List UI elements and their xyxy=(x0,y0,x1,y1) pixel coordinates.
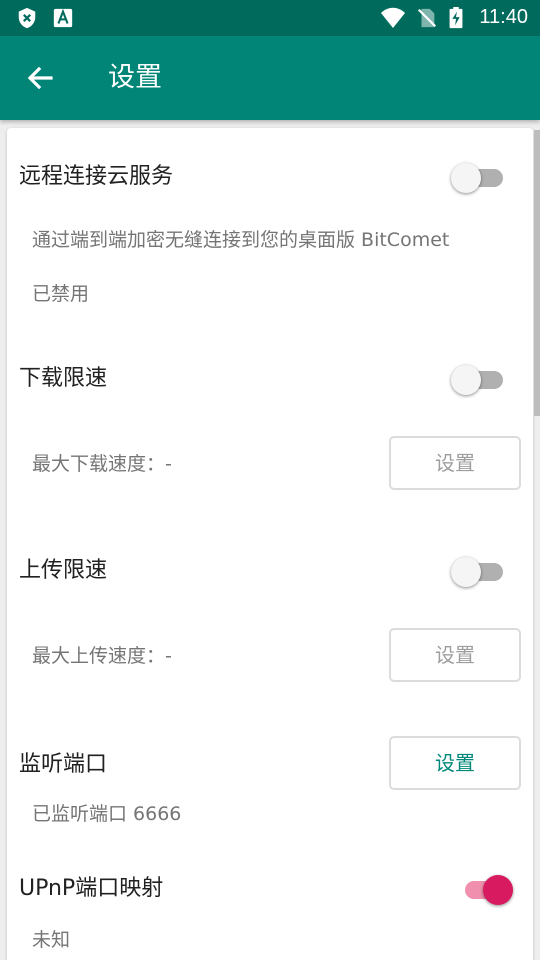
switch-thumb xyxy=(451,163,481,193)
wifi-icon xyxy=(381,7,405,28)
download-limit-label: 下载限速 xyxy=(19,366,108,391)
shield-icon xyxy=(18,7,36,29)
upload-limit-switch[interactable] xyxy=(451,554,505,588)
upnp-status: 未知 xyxy=(32,929,71,951)
listen-port-set-button[interactable]: 设置 xyxy=(389,736,521,790)
scrollbar[interactable] xyxy=(534,130,540,416)
switch-thumb xyxy=(451,557,481,587)
arrow-left-icon[interactable] xyxy=(20,58,60,98)
upnp-switch[interactable] xyxy=(461,872,515,906)
battery-charging-icon xyxy=(449,7,463,29)
listen-port-status: 已监听端口 6666 xyxy=(32,803,182,825)
switch-thumb xyxy=(451,365,481,395)
remote-service-description: 通过端到端加密无缝连接到您的桌面版 BitComet xyxy=(32,229,450,251)
status-bar: 11:40 xyxy=(0,0,540,36)
no-sim-icon xyxy=(417,8,437,28)
switch-thumb xyxy=(483,875,513,905)
remote-service-label: 远程连接云服务 xyxy=(19,164,174,189)
font-a-icon xyxy=(53,8,73,28)
download-limit-set-button[interactable]: 设置 xyxy=(389,436,521,490)
download-limit-switch[interactable] xyxy=(451,362,505,396)
remote-service-status: 已禁用 xyxy=(32,283,90,305)
upnp-label: UPnP端口映射 xyxy=(19,876,164,901)
upload-limit-set-button[interactable]: 设置 xyxy=(389,628,521,682)
page-title: 设置 xyxy=(108,62,162,93)
upload-limit-label: 上传限速 xyxy=(19,558,108,583)
max-upload-speed: 最大上传速度：- xyxy=(32,645,172,667)
remote-service-switch[interactable] xyxy=(451,160,505,194)
settings-card: 远程连接云服务 通过端到端加密无缝连接到您的桌面版 BitComet 已禁用 下… xyxy=(7,128,533,960)
listen-port-label: 监听端口 xyxy=(19,752,108,777)
clock: 11:40 xyxy=(479,6,528,28)
app-bar: 设置 xyxy=(0,36,540,120)
max-download-speed: 最大下载速度：- xyxy=(32,453,172,475)
